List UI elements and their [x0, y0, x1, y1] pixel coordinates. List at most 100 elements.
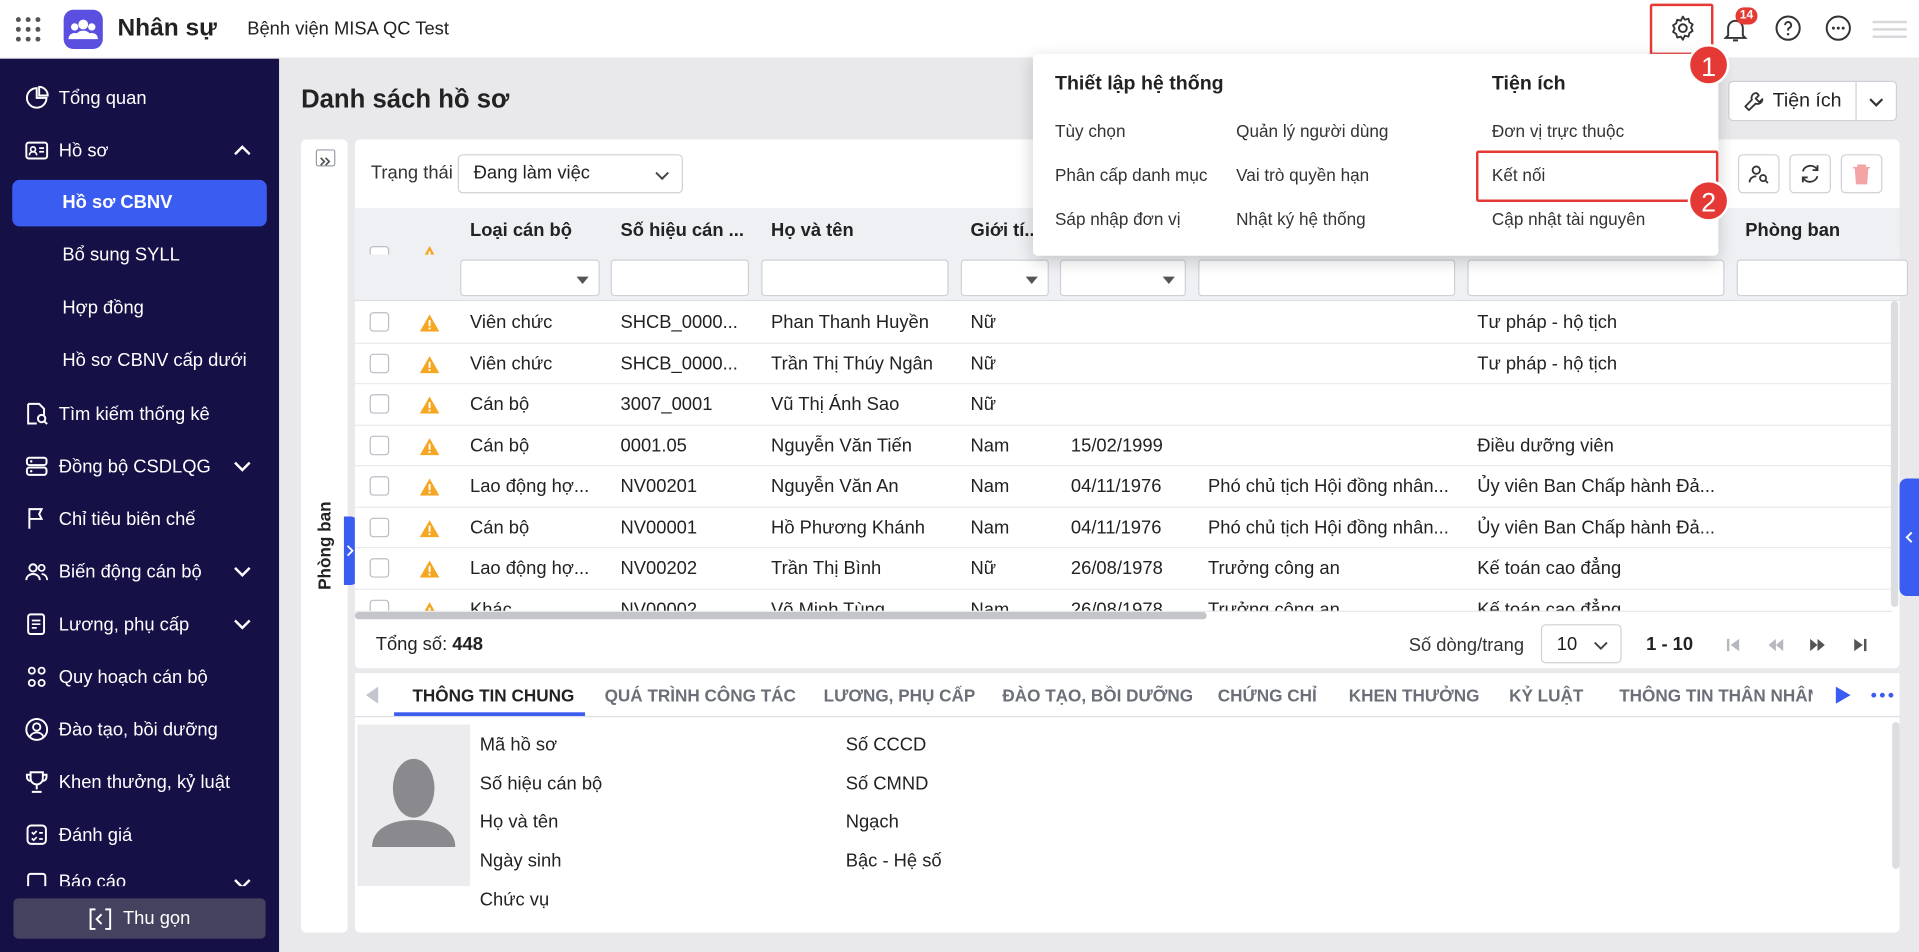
tab-general-info[interactable]: THÔNG TIN CHUNG: [412, 685, 574, 705]
filter-staff-type[interactable]: [460, 259, 600, 297]
sidebar-item-staffing-quota[interactable]: Chỉ tiêu biên chế: [12, 496, 267, 543]
tab-relatives[interactable]: THÔNG TIN THÂN NHÂN: [1619, 685, 1812, 705]
row-checkbox[interactable]: [369, 558, 390, 578]
first-page-icon[interactable]: [1724, 636, 1741, 653]
cell-full-name: Hồ Phương Khánh: [771, 517, 926, 538]
tab-discipline[interactable]: KỶ LUẬT: [1509, 685, 1583, 705]
row-checkbox[interactable]: [369, 517, 390, 537]
menu-item-roles-permissions[interactable]: Vai trò quyền hạn: [1236, 165, 1369, 185]
user-menu-icon[interactable]: [1872, 20, 1907, 40]
department-panel-label[interactable]: Phòng ban: [306, 497, 343, 595]
app-grid-icon[interactable]: [15, 16, 42, 43]
column-header-full-name[interactable]: Họ và tên: [761, 208, 951, 255]
next-page-icon[interactable]: [1809, 636, 1826, 653]
sidebar-item-subordinate-profile[interactable]: Hồ sơ CBNV cấp dưới: [12, 338, 267, 385]
table-row[interactable]: Cán bộ NV00001 Hồ Phương Khánh Nam 04/11/197…: [354, 507, 1893, 549]
menu-item-system-log[interactable]: Nhật ký hệ thống: [1236, 209, 1366, 229]
table-row[interactable]: Lao động hợ... NV00202 Trần Thị Bình Nữ 26/0…: [354, 548, 1893, 590]
delete-button[interactable]: [1840, 154, 1883, 194]
utilities-button[interactable]: Tiện ích: [1729, 82, 1857, 120]
column-header-department[interactable]: Phòng ban: [1735, 208, 1894, 255]
field-label-dob: Ngày sinh: [479, 850, 562, 872]
right-panel-toggle[interactable]: [1899, 478, 1919, 597]
table-row[interactable]: Viên chức SHCB_0000... Trần Thị Thúy Ngân N…: [354, 343, 1893, 385]
sidebar-item-profile-cbnv[interactable]: Hồ sơ CBNV: [12, 179, 267, 227]
menu-item-user-management[interactable]: Quản lý người dùng: [1236, 121, 1388, 141]
tab-rewards[interactable]: KHEN THƯỞNG: [1349, 685, 1480, 705]
tab-training[interactable]: ĐÀO TẠO, BỒI DƯỠNG: [1002, 685, 1193, 705]
menu-item-options[interactable]: Tùy chọn: [1055, 121, 1125, 141]
app-name: Nhân sự: [117, 14, 217, 42]
menu-item-update-resources[interactable]: Cập nhật tài nguyên: [1492, 209, 1645, 229]
filter-gender[interactable]: [960, 259, 1049, 297]
tab-salary[interactable]: LƯƠNG, PHỤ CẤP: [824, 685, 976, 705]
sidebar-item-reports[interactable]: Báo cáo: [12, 864, 267, 887]
column-header-staff-code[interactable]: Số hiệu cán ...: [611, 208, 755, 255]
table-row[interactable]: Viên chức SHCB_0000... Phan Thanh Huyền Nữ T…: [354, 302, 1893, 344]
refresh-button[interactable]: [1789, 154, 1831, 194]
tab-certificates[interactable]: CHỨNG CHỈ: [1218, 685, 1317, 705]
row-checkbox[interactable]: [369, 476, 390, 496]
sidebar-item-sync-csdlqg[interactable]: Đồng bộ CSDLQG: [12, 443, 267, 490]
cell-full-name: Nguyễn Văn Tiến: [771, 435, 912, 456]
tab-scroll-left-icon[interactable]: [365, 686, 380, 704]
collapse-sidebar-button[interactable]: Thu gọn: [13, 898, 266, 939]
collapse-label: Thu gọn: [122, 908, 191, 929]
sidebar-item-profile[interactable]: Hồ sơ: [12, 127, 267, 174]
sidebar-item-supplement-syll[interactable]: Bổ sung SYLL: [12, 233, 267, 280]
filter-full-name[interactable]: [761, 259, 949, 297]
org-chart-icon: [27, 666, 46, 687]
filter-title[interactable]: [1467, 259, 1725, 297]
id-card-icon: [25, 141, 49, 160]
menu-item-subordinate-units[interactable]: Đơn vị trực thuộc: [1492, 121, 1624, 141]
table-row[interactable]: Lao động hợ... NV00201 Nguyễn Văn An Nam 04/…: [354, 466, 1893, 508]
sidebar-item-salary[interactable]: Lương, phụ cấp: [12, 601, 267, 648]
more-options-icon[interactable]: [1824, 13, 1853, 42]
table-row[interactable]: Cán bộ 3007_0001 Vũ Thị Ánh Sao Nữ: [354, 384, 1893, 426]
sidebar-item-planning[interactable]: Quy hoạch cán bộ: [12, 654, 267, 701]
filter-staff-code[interactable]: [610, 259, 750, 297]
previous-page-icon[interactable]: [1767, 636, 1784, 653]
more-tabs-icon[interactable]: [1870, 692, 1894, 699]
cell-gender: Nam: [970, 435, 1010, 456]
row-checkbox[interactable]: [369, 435, 390, 455]
sidebar-item-contract[interactable]: Hợp đồng: [12, 285, 267, 332]
sidebar-item-evaluation[interactable]: Đánh giá: [12, 811, 267, 858]
tab-scroll-right-icon[interactable]: [1835, 686, 1852, 704]
utilities-dropdown-button[interactable]: [1857, 82, 1896, 120]
sidebar-item-search-stats[interactable]: Tìm kiếm thống kê: [12, 390, 267, 437]
cell-dob: [1061, 302, 1190, 342]
tab-work-history[interactable]: QUÁ TRÌNH CÔNG TÁC: [605, 685, 796, 705]
expand-panel-button[interactable]: [315, 149, 336, 167]
menu-item-merge-units[interactable]: Sáp nhập đơn vị: [1055, 209, 1181, 229]
filter-dob[interactable]: [1059, 259, 1186, 297]
row-checkbox[interactable]: [369, 353, 390, 373]
gear-icon[interactable]: [1668, 13, 1697, 42]
menu-item-category-hierarchy[interactable]: Phân cấp danh mục: [1055, 165, 1207, 185]
sidebar-item-training[interactable]: Đào tạo, bồi dưỡng: [12, 706, 267, 753]
row-checkbox[interactable]: [369, 599, 390, 611]
column-header-staff-type[interactable]: Loại cán bộ: [460, 208, 604, 255]
find-user-button[interactable]: [1737, 154, 1780, 194]
sidebar-item-rewards[interactable]: Khen thưởng, kỷ luật: [12, 759, 267, 806]
table-row[interactable]: Cán bộ 0001.05 Nguyễn Văn Tiến Nam 15/02/199…: [354, 425, 1893, 467]
row-checkbox[interactable]: [369, 312, 390, 332]
detail-scrollbar[interactable]: [1892, 722, 1900, 869]
user-circle-icon: [25, 718, 49, 741]
horizontal-scrollbar[interactable]: [354, 611, 1207, 620]
help-icon[interactable]: [1773, 13, 1802, 42]
row-checkbox[interactable]: [369, 394, 390, 414]
warning-icon: [424, 601, 435, 611]
filter-department[interactable]: [1736, 259, 1909, 297]
chevron-down-icon: [234, 879, 251, 887]
rows-per-page-select[interactable]: 10: [1540, 624, 1622, 664]
sidebar-item-overview[interactable]: Tổng quan: [12, 75, 267, 122]
sidebar-item-staff-changes[interactable]: Biến động cán bộ: [12, 548, 267, 595]
status-filter-select[interactable]: Đang làm việc: [457, 154, 683, 194]
last-page-icon[interactable]: [1852, 636, 1869, 653]
filter-position[interactable]: [1198, 259, 1456, 297]
vertical-scrollbar[interactable]: [1890, 301, 1899, 608]
avatar[interactable]: [357, 724, 470, 887]
table-row[interactable]: Khác NV00002 Võ Minh Tùng Nam 26/08/1978 Trưở…: [354, 589, 1893, 612]
org-name[interactable]: Bệnh viện MISA QC Test: [247, 18, 449, 39]
